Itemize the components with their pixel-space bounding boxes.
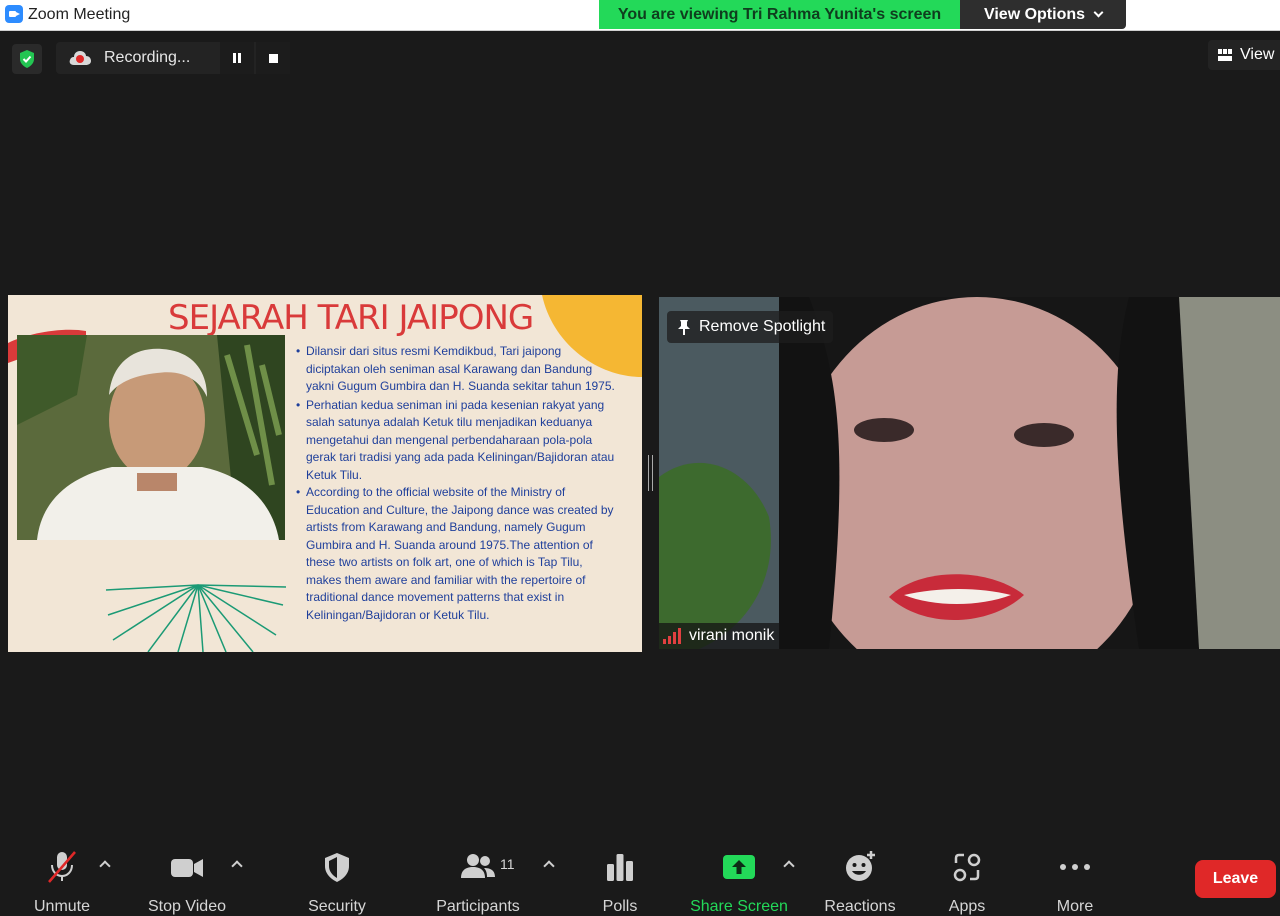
- remove-spotlight-button[interactable]: Remove Spotlight: [667, 311, 834, 343]
- split-view-divider[interactable]: [648, 455, 653, 491]
- apps-icon: [953, 853, 981, 882]
- unmute-button[interactable]: Unmute: [34, 850, 90, 915]
- participants-label: Participants: [436, 898, 520, 915]
- security-label: Security: [308, 898, 366, 915]
- participant-name-tag: virani monik: [659, 623, 781, 649]
- participants-count: 11: [500, 856, 515, 872]
- leave-button[interactable]: Leave: [1195, 860, 1276, 898]
- more-dots-icon: [1060, 864, 1090, 870]
- apps-button[interactable]: Apps: [949, 850, 985, 915]
- stop-video-button[interactable]: Stop Video: [148, 850, 226, 915]
- video-options-caret[interactable]: [231, 860, 243, 872]
- view-options-label: View Options: [983, 5, 1086, 23]
- apps-label: Apps: [948, 898, 986, 915]
- slide-bullet: Perhatian kedua seniman ini pada kesenia…: [296, 397, 616, 485]
- window-title: Zoom Meeting: [28, 6, 131, 23]
- grid-view-icon: [1218, 49, 1232, 61]
- muted-microphone-icon: [48, 851, 76, 883]
- cloud-recording-icon: [68, 49, 92, 72]
- pause-icon: [233, 53, 241, 63]
- unmute-label: Unmute: [33, 898, 91, 915]
- spotlight-label: Remove Spotlight: [699, 318, 826, 335]
- slide-bullet: Dilansir dari situs resmi Kemdikbud, Tar…: [296, 343, 616, 396]
- pause-recording-button[interactable]: [220, 42, 254, 74]
- polls-bar-chart-icon: [607, 854, 633, 881]
- slide-title: SEJARAH TARI JAIPONG: [168, 298, 534, 338]
- reactions-label: Reactions: [824, 898, 896, 915]
- slide-photo: [17, 335, 285, 540]
- audio-options-caret[interactable]: [99, 860, 111, 872]
- video-camera-icon: [171, 859, 203, 877]
- share-options-caret[interactable]: [783, 860, 795, 872]
- zoom-app-icon: [5, 5, 23, 23]
- stop-recording-button[interactable]: [256, 42, 290, 74]
- share-screen-button[interactable]: Share Screen: [690, 850, 788, 915]
- participants-options-caret[interactable]: [543, 860, 555, 872]
- participant-name: virani monik: [689, 627, 775, 644]
- participants-icon: [461, 854, 495, 878]
- stop-icon: [268, 53, 278, 63]
- share-screen-label: Share Screen: [690, 898, 788, 915]
- participant-video: Remove Spotlight virani monik: [659, 297, 1280, 649]
- view-label: View: [1240, 46, 1275, 63]
- more-label: More: [1056, 898, 1094, 915]
- view-options-button[interactable]: View Options: [960, 0, 1126, 29]
- view-layout-button[interactable]: View: [1208, 40, 1280, 70]
- slide-bullets: Dilansir dari situs resmi Kemdikbud, Tar…: [296, 343, 616, 624]
- polls-button[interactable]: Polls: [603, 850, 637, 915]
- signal-strength-icon: [663, 628, 681, 644]
- security-shield-icon: [325, 853, 349, 882]
- meeting-toolbar: Unmute Stop Video Security 11 Participan…: [0, 840, 1280, 915]
- viewing-text: You are viewing Tri Rahma Yunita's scree…: [617, 5, 942, 23]
- screen-share-banner: You are viewing Tri Rahma Yunita's scree…: [599, 0, 960, 29]
- recording-indicator: Recording...: [56, 42, 290, 74]
- chevron-down-icon: [1093, 7, 1104, 18]
- stop-video-label: Stop Video: [148, 898, 226, 915]
- polls-label: Polls: [602, 898, 638, 915]
- encryption-shield-icon[interactable]: [12, 44, 42, 74]
- pin-icon: [678, 320, 690, 335]
- share-screen-arrow-icon: [723, 855, 755, 879]
- video-frame: [659, 297, 1280, 649]
- slide-bullet: According to the official website of the…: [296, 484, 616, 624]
- security-button[interactable]: Security: [308, 850, 366, 915]
- participants-button[interactable]: 11 Participants: [436, 850, 520, 915]
- reactions-button[interactable]: Reactions: [824, 850, 896, 915]
- shared-screen: SEJARAH TARI JAIPONG Dilansir dari situs…: [8, 295, 642, 652]
- reactions-emoji-icon: [846, 851, 875, 881]
- recording-label: Recording...: [104, 49, 191, 66]
- more-button[interactable]: More: [1057, 850, 1093, 915]
